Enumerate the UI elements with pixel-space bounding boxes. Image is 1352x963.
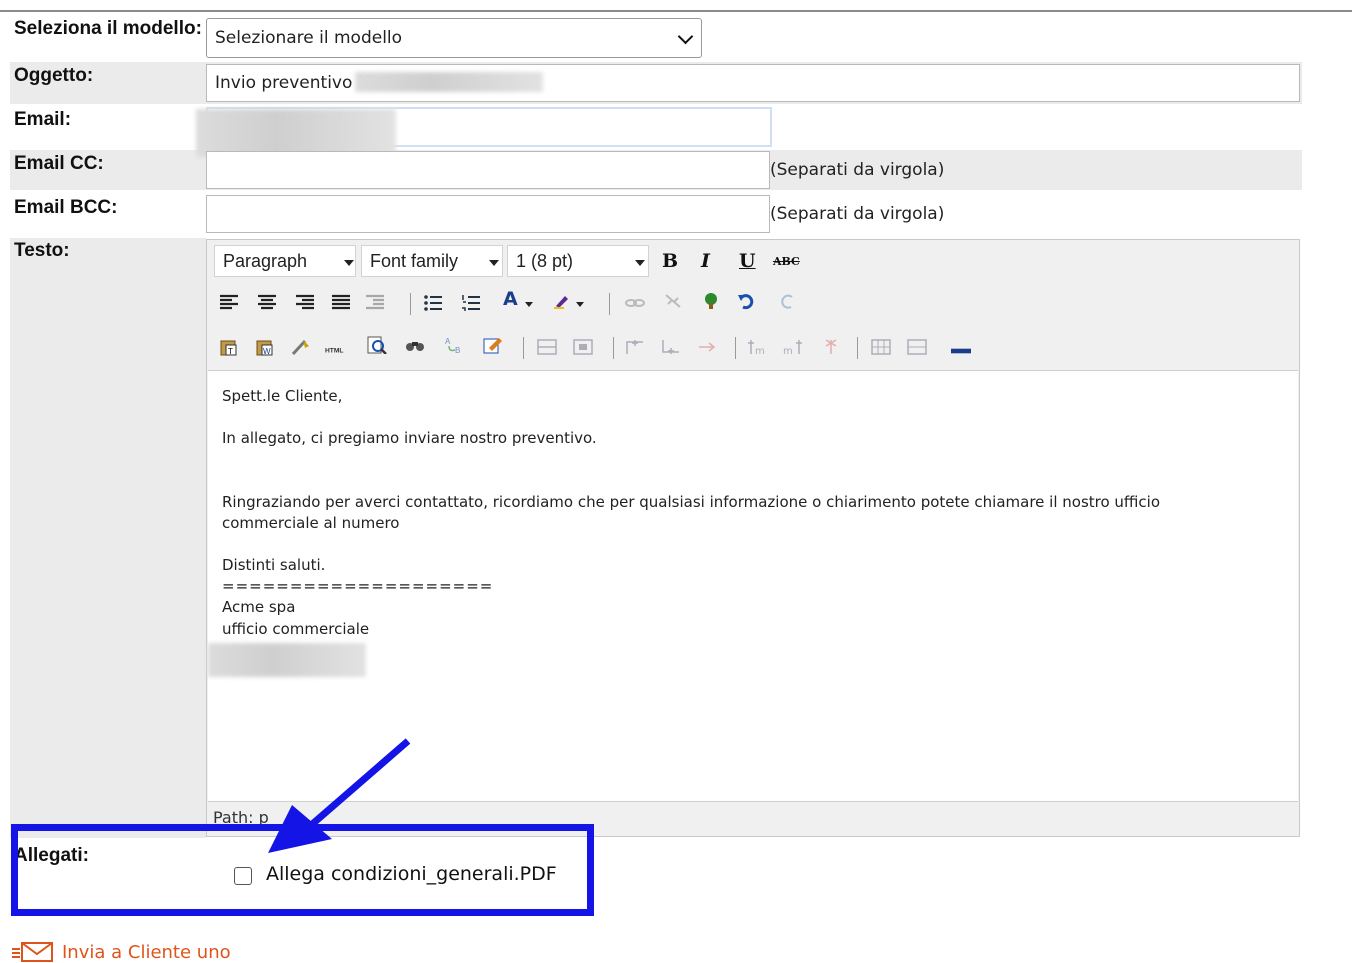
email-cc-input[interactable]	[206, 151, 770, 189]
company-line: Acme spa	[222, 598, 296, 616]
align-justify-icon[interactable]	[331, 294, 351, 312]
svg-text:A: A	[445, 337, 451, 346]
text-label: Testo:	[14, 240, 70, 261]
underline-button[interactable]: U	[739, 250, 756, 272]
insert-row-before-icon[interactable]	[625, 338, 645, 356]
table-cell-props-icon[interactable]	[573, 338, 593, 356]
delete-col-icon[interactable]	[821, 338, 841, 356]
email-bcc-label: Email BCC:	[14, 197, 118, 218]
closing-line: Distinti saluti.	[222, 556, 326, 574]
toolbar-separator	[857, 337, 858, 359]
font-size-select[interactable]: 1 (8 pt)	[507, 245, 649, 277]
numbered-list-icon[interactable]	[461, 294, 481, 312]
format-select[interactable]: Paragraph	[214, 245, 356, 277]
top-divider	[0, 10, 1352, 12]
preview-icon[interactable]	[367, 336, 387, 354]
replace-icon[interactable]: AB	[445, 336, 465, 354]
svg-text:T: T	[228, 347, 233, 356]
body-line-2a: Ringraziando per averci contattato, rico…	[222, 493, 1161, 511]
toolbar-separator	[609, 293, 610, 315]
subject-value: Invio preventivo N	[215, 73, 371, 93]
insert-image-icon[interactable]	[701, 292, 721, 310]
toolbar-separator	[523, 337, 524, 359]
toolbar-separator	[410, 293, 411, 315]
redacted-signature	[208, 643, 366, 677]
search-icon[interactable]	[405, 336, 425, 354]
split-cells-icon[interactable]	[871, 338, 891, 356]
svg-text:B: B	[455, 346, 460, 354]
text-row-bg	[10, 238, 206, 838]
template-label: Seleziona il modello:	[14, 18, 202, 39]
svg-text:m: m	[783, 346, 793, 356]
chevron-down-icon	[677, 28, 694, 45]
merge-cells-icon[interactable]	[907, 338, 927, 356]
bullet-list-icon[interactable]	[423, 294, 443, 312]
body-line-1: In allegato, ci pregiamo inviare nostro …	[222, 429, 597, 447]
undo-icon[interactable]	[737, 292, 757, 310]
text-color-dropdown-arrow-icon	[525, 302, 533, 307]
email-label: Email:	[14, 109, 72, 130]
send-to-client-link[interactable]: Invia a Cliente uno	[10, 941, 231, 963]
redacted-subject	[355, 72, 543, 92]
toolbar-separator	[735, 337, 736, 359]
redo-icon[interactable]	[777, 292, 797, 310]
align-right-icon[interactable]	[295, 294, 315, 312]
email-bcc-input[interactable]	[206, 195, 770, 233]
font-family-select-value: Font family	[370, 251, 459, 271]
delete-row-icon[interactable]	[697, 338, 717, 356]
annotation-arrow-icon	[268, 738, 411, 853]
insert-col-after-icon[interactable]: m	[783, 338, 803, 356]
email-cc-note: (Separati da virgola)	[770, 160, 945, 180]
link-icon[interactable]	[625, 294, 645, 312]
svg-text:HTML: HTML	[325, 347, 343, 354]
email-bcc-note: (Separati da virgola)	[770, 204, 945, 224]
highlight-dropdown-arrow-icon	[576, 302, 584, 307]
subject-label: Oggetto:	[14, 65, 94, 86]
paste-word-icon[interactable]: W	[255, 338, 275, 356]
align-left-icon[interactable]	[219, 294, 239, 312]
divider-line: ====================	[222, 577, 494, 595]
outdent-icon[interactable]	[365, 294, 385, 312]
html-source-icon[interactable]: HTML	[325, 340, 345, 358]
template-select[interactable]: Selezionare il modello	[206, 18, 702, 58]
bold-button[interactable]: B	[662, 250, 678, 272]
department-line: ufficio commerciale	[222, 620, 370, 638]
template-select-value: Selezionare il modello	[215, 28, 403, 48]
paste-text-icon[interactable]: T	[219, 338, 239, 356]
email-cc-label: Email CC:	[14, 153, 104, 174]
body-line-2b: commerciale al numero	[222, 514, 400, 532]
edit-document-icon[interactable]	[483, 336, 503, 354]
envelope-icon	[12, 942, 53, 962]
format-select-value: Paragraph	[223, 251, 308, 271]
redacted-email	[196, 109, 396, 157]
svg-text:m: m	[755, 346, 765, 356]
font-family-dropdown-arrow-icon	[489, 260, 499, 266]
font-size-dropdown-arrow-icon	[635, 260, 645, 266]
highlight-color-icon[interactable]	[553, 292, 573, 310]
align-center-icon[interactable]	[257, 294, 277, 312]
toolbar-separator	[613, 337, 614, 359]
greeting-line: Spett.le Cliente,	[222, 387, 343, 405]
unlink-icon[interactable]	[663, 292, 683, 310]
send-link-label: Invia a Cliente uno	[62, 941, 231, 963]
format-dropdown-arrow-icon	[344, 260, 354, 266]
insert-col-before-icon[interactable]: m	[747, 338, 767, 356]
cleanup-icon[interactable]	[291, 338, 311, 356]
insert-row-after-icon[interactable]	[661, 338, 681, 356]
italic-button[interactable]: I	[701, 250, 710, 272]
svg-text:W: W	[263, 347, 271, 356]
font-size-select-value: 1 (8 pt)	[516, 251, 574, 271]
font-family-select[interactable]: Font family	[361, 245, 503, 277]
table-row-props-icon[interactable]	[537, 338, 557, 356]
horizontal-rule-icon[interactable]	[951, 342, 971, 360]
text-color-icon[interactable]: A	[503, 288, 518, 310]
strikethrough-button[interactable]: ABC	[773, 255, 800, 268]
